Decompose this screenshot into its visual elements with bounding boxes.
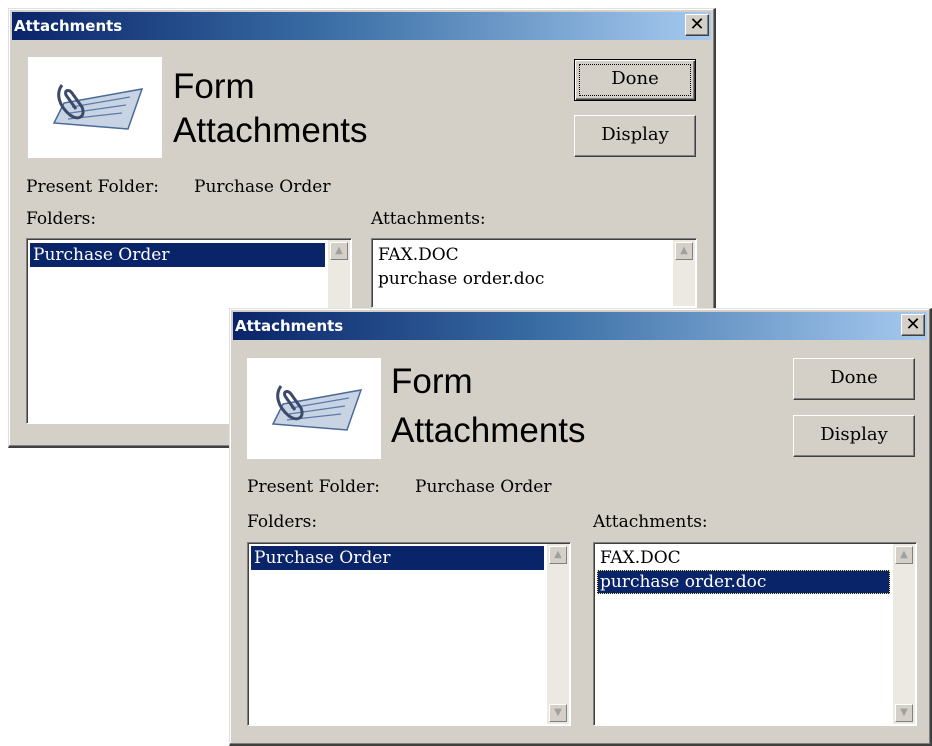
title-bar[interactable]: Attachments ✕ (12, 12, 711, 40)
list-item[interactable]: purchase order.doc (597, 570, 890, 594)
list-item[interactable]: Purchase Order (251, 546, 544, 570)
attachments-listbox[interactable]: FAX.DOC purchase order.doc ▲ (371, 238, 697, 308)
present-folder-label: Present Folder: (247, 477, 380, 497)
display-button[interactable]: Display (793, 415, 915, 457)
vertical-scrollbar[interactable]: ▲ ▼ (893, 544, 915, 724)
paperclip-logo (247, 358, 381, 459)
display-button-label: Display (601, 124, 669, 145)
folders-label: Folders: (26, 209, 97, 229)
done-button-label: Done (830, 367, 878, 388)
scroll-down-icon[interactable]: ▼ (549, 704, 567, 722)
form-heading-line1: Form (173, 67, 255, 106)
folders-label: Folders: (247, 512, 318, 532)
focus-rectangle (579, 64, 691, 96)
display-button-label: Display (820, 424, 888, 445)
present-folder-value: Purchase Order (194, 177, 331, 197)
present-folder-label: Present Folder: (26, 177, 159, 197)
attachments-label: Attachments: (371, 209, 486, 229)
attachments-listbox[interactable]: FAX.DOC purchase order.doc ▲ ▼ (593, 542, 917, 726)
scroll-up-icon[interactable]: ▲ (895, 546, 913, 564)
close-icon: ✕ (689, 14, 705, 35)
scroll-up-icon[interactable]: ▲ (675, 242, 693, 260)
window-title: Attachments (235, 317, 344, 335)
attachments-dialog-front: Attachments ✕ Form Attachments Done Disp… (229, 308, 932, 746)
window-title: Attachments (14, 17, 123, 35)
done-button[interactable]: Done (793, 358, 915, 400)
scroll-up-icon[interactable]: ▲ (330, 242, 348, 260)
vertical-scrollbar[interactable]: ▲ (673, 240, 695, 306)
close-icon: ✕ (905, 314, 921, 335)
present-folder-value: Purchase Order (415, 477, 552, 497)
form-heading-line2: Attachments (391, 411, 586, 450)
vertical-scrollbar[interactable]: ▲ ▼ (547, 544, 569, 724)
folders-listbox[interactable]: Purchase Order ▲ ▼ (247, 542, 571, 726)
close-button[interactable]: ✕ (901, 314, 925, 336)
done-button[interactable]: Done (574, 59, 696, 101)
list-item[interactable]: Purchase Order (30, 243, 325, 267)
title-bar[interactable]: Attachments ✕ (233, 312, 927, 340)
paperclip-logo (28, 57, 162, 158)
paperclip-attachment-icon (52, 84, 144, 130)
form-heading-line2: Attachments (173, 111, 368, 150)
paperclip-attachment-icon (271, 385, 363, 431)
display-button[interactable]: Display (574, 115, 696, 157)
list-item[interactable]: FAX.DOC (597, 546, 890, 570)
form-heading-line1: Form (391, 362, 473, 401)
attachments-label: Attachments: (593, 512, 708, 532)
list-item[interactable]: FAX.DOC (375, 243, 670, 267)
scroll-up-icon[interactable]: ▲ (549, 546, 567, 564)
close-button[interactable]: ✕ (685, 14, 709, 36)
list-item[interactable]: purchase order.doc (375, 267, 670, 291)
scroll-down-icon[interactable]: ▼ (895, 704, 913, 722)
